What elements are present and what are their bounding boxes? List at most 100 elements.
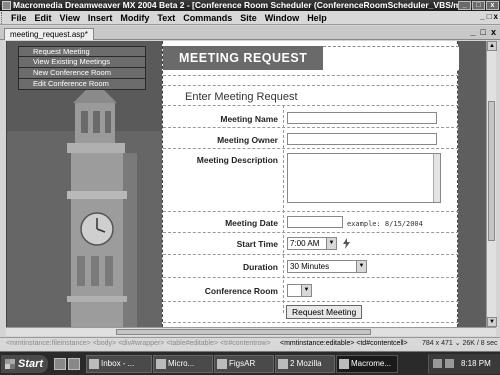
start-label: Start xyxy=(18,358,44,370)
dreamweaver-icon xyxy=(339,359,349,369)
doc-restore-button[interactable]: □ xyxy=(481,27,486,37)
menu-text[interactable]: Text xyxy=(153,11,179,25)
horizontal-scrollbar[interactable] xyxy=(6,327,496,336)
window-size-info[interactable]: 784 x 471 ⌄ 26K / 8 sec xyxy=(422,338,498,350)
dreamweaver-app-icon[interactable] xyxy=(2,1,11,10)
content-cell[interactable]: MEETING REQUEST Enter Meeting Request Me… xyxy=(162,41,459,327)
start-time-value: 7:00 AM xyxy=(290,239,320,248)
form-heading: Enter Meeting Request xyxy=(185,91,298,103)
scroll-thumb[interactable] xyxy=(116,329,371,335)
tag-path[interactable]: <mmtinstance:fileinstance> <body> <div#w… xyxy=(6,338,271,350)
meeting-owner-input[interactable] xyxy=(287,133,437,145)
task-label: FigsAR xyxy=(229,359,256,368)
menu-grip[interactable] xyxy=(1,11,5,24)
meeting-name-label: Meeting Name xyxy=(220,114,278,124)
divider xyxy=(163,277,459,278)
scroll-down-icon[interactable]: ▼ xyxy=(487,317,497,327)
request-meeting-button[interactable]: Request Meeting xyxy=(286,305,363,319)
maximize-button[interactable]: □ xyxy=(472,1,485,10)
task-figsar[interactable]: FigsAR xyxy=(214,355,274,373)
date-hint: example: 8/15/2004 xyxy=(347,220,423,228)
minimize-button[interactable]: _ xyxy=(458,1,471,10)
duration-label: Duration xyxy=(243,262,278,272)
meeting-description-textarea[interactable] xyxy=(287,153,441,203)
scroll-thumb[interactable] xyxy=(488,101,495,241)
quicklaunch-icon[interactable] xyxy=(54,358,66,370)
task-inbox[interactable]: Inbox - ... xyxy=(86,355,152,373)
task-label: Macrome... xyxy=(351,359,392,368)
conference-room-label: Conference Room xyxy=(204,286,278,296)
menu-site[interactable]: Site xyxy=(236,11,261,25)
column-divider xyxy=(283,105,284,313)
mdi-controls: _ □ x xyxy=(480,12,498,21)
meeting-description-label: Meeting Description xyxy=(196,155,278,165)
window-title-bar: Macromedia Dreamweaver MX 2004 Beta 2 - … xyxy=(0,0,500,11)
menu-commands[interactable]: Commands xyxy=(179,11,236,25)
doc-minimize-button[interactable]: _ xyxy=(471,27,476,37)
mdi-minimize-button[interactable]: _ xyxy=(480,12,484,21)
task-macromedia[interactable]: Macrome... xyxy=(336,355,398,373)
menu-help[interactable]: Help xyxy=(303,11,331,25)
start-time-select[interactable]: 7:00 AM ▼ xyxy=(287,237,337,250)
start-button[interactable]: Start xyxy=(1,355,48,373)
nav-edit-conference-room[interactable]: Edit Conference Room xyxy=(18,79,146,90)
close-button[interactable]: x xyxy=(486,1,499,10)
page-banner: MEETING REQUEST xyxy=(163,46,323,70)
meeting-name-input[interactable] xyxy=(287,112,437,124)
tag-selector: <mmtinstance:fileinstance> <body> <div#w… xyxy=(0,337,500,350)
document-controls: _ □ x xyxy=(471,27,496,37)
word-icon xyxy=(156,359,166,369)
scroll-up-icon[interactable]: ▲ xyxy=(487,41,497,51)
textarea-scrollbar[interactable] xyxy=(433,154,440,202)
doc-close-button[interactable]: x xyxy=(491,27,496,37)
folder-icon xyxy=(217,359,227,369)
divider xyxy=(163,105,459,106)
duration-select[interactable]: 30 Minutes ▼ xyxy=(287,260,367,273)
design-view[interactable]: Request Meeting View Existing Meetings N… xyxy=(6,41,486,327)
divider xyxy=(163,75,459,76)
menu-view[interactable]: View xyxy=(56,11,84,25)
clock[interactable]: 8:18 PM xyxy=(461,359,491,368)
quicklaunch-icon[interactable] xyxy=(68,358,80,370)
task-word[interactable]: Micro... xyxy=(153,355,213,373)
menu-modify[interactable]: Modify xyxy=(116,11,153,25)
divider xyxy=(163,301,459,302)
volume-icon[interactable] xyxy=(445,359,454,368)
start-time-label: Start Time xyxy=(236,239,278,249)
meeting-date-input[interactable] xyxy=(287,216,343,228)
menu-file[interactable]: File xyxy=(7,11,31,25)
taskbar: Start Inbox - ... Micro... FigsAR 2 Mozi… xyxy=(0,351,500,375)
menu-window[interactable]: Window xyxy=(261,11,303,25)
divider xyxy=(163,254,459,255)
task-mozilla[interactable]: 2 Mozilla xyxy=(275,355,335,373)
mdi-close-button[interactable]: x xyxy=(494,12,498,21)
chevron-down-icon[interactable]: ▼ xyxy=(356,261,366,272)
task-label: Inbox - ... xyxy=(101,359,135,368)
lightning-bolt-icon xyxy=(341,238,352,249)
document-tab-bar: meeting_request.asp* _ □ x xyxy=(0,26,500,40)
chevron-down-icon[interactable]: ▼ xyxy=(301,285,311,296)
vertical-scrollbar[interactable]: ▲ ▼ xyxy=(486,41,497,327)
meeting-owner-label: Meeting Owner xyxy=(217,135,278,145)
tag-path-active[interactable]: <mmtinstance:editable> <td#contentcell> xyxy=(280,338,408,350)
nav-view-existing-meetings[interactable]: View Existing Meetings xyxy=(18,57,146,68)
menu-insert[interactable]: Insert xyxy=(84,11,117,25)
conference-room-select[interactable]: ▼ xyxy=(287,284,312,297)
window-controls: _ □ x xyxy=(458,1,499,10)
divider xyxy=(163,322,459,323)
window-title: Macromedia Dreamweaver MX 2004 Beta 2 - … xyxy=(13,0,463,10)
mdi-restore-button[interactable]: □ xyxy=(487,12,492,21)
divider xyxy=(163,85,459,86)
document-tab[interactable]: meeting_request.asp* xyxy=(4,28,94,40)
nav-new-conference-room[interactable]: New Conference Room xyxy=(18,68,146,79)
system-tray: 8:18 PM xyxy=(428,354,500,374)
menu-edit[interactable]: Edit xyxy=(31,11,56,25)
chevron-down-icon[interactable]: ▼ xyxy=(326,238,336,249)
nav-request-meeting[interactable]: Request Meeting xyxy=(18,46,146,57)
left-nav: Request Meeting View Existing Meetings N… xyxy=(18,46,146,90)
divider xyxy=(163,127,459,128)
tray-icon[interactable] xyxy=(433,359,442,368)
outlook-icon xyxy=(89,359,99,369)
meeting-date-label: Meeting Date xyxy=(225,218,278,228)
divider xyxy=(163,232,459,233)
